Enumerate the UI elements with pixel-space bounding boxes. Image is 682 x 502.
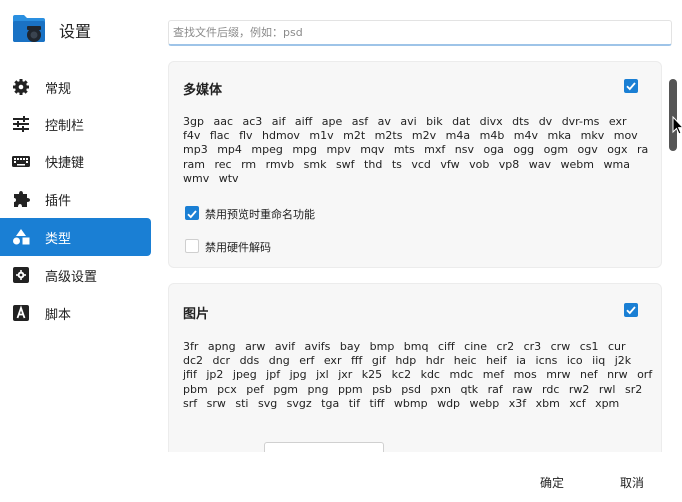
sidebar-item-label: 常规 — [45, 82, 72, 97]
images-section: 图片 3fr apng arw avif avifs bay bmp bmq c… — [168, 283, 662, 452]
extension-list: 3fr apng arw avif avifs bay bmp bmq ciff… — [183, 340, 653, 410]
advanced-settings-icon — [11, 266, 31, 284]
checkmark-icon — [626, 306, 636, 315]
partially-visible-dropdown[interactable] — [264, 442, 384, 452]
sidebar-item-label: 高级设置 — [45, 270, 98, 285]
sidebar: 设置 常规 控制栏 快捷键 插件 类型 高级设置 脚本 — [0, 0, 160, 502]
option-label: 禁用预览时重命名功能 — [205, 208, 315, 221]
sidebar-item-plugins[interactable]: 插件 — [0, 180, 151, 218]
section-title: 图片 — [183, 307, 210, 322]
checkbox[interactable] — [185, 239, 199, 253]
sidebar-item-types[interactable]: 类型 — [0, 218, 151, 256]
file-types-list[interactable]: 多媒体 3gp aac ac3 aif aiff ape asf av avi … — [160, 52, 666, 452]
multimedia-section: 多媒体 3gp aac ac3 aif aiff ape asf av avi … — [168, 61, 662, 268]
sidebar-item-general[interactable]: 常规 — [0, 68, 151, 106]
section-enable-checkbox[interactable] — [624, 79, 638, 93]
section-enable-checkbox[interactable] — [624, 303, 638, 317]
sidebar-item-label: 脚本 — [45, 308, 72, 323]
sidebar-item-advanced[interactable]: 高级设置 — [0, 256, 151, 294]
app-header: 设置 — [0, 0, 160, 60]
checkbox[interactable] — [185, 206, 199, 220]
keyboard-icon — [11, 152, 31, 170]
section-title: 多媒体 — [183, 83, 223, 98]
puzzle-icon — [11, 190, 31, 208]
sidebar-item-label: 快捷键 — [45, 156, 85, 171]
script-icon — [11, 304, 31, 322]
sidebar-item-control-bar[interactable]: 控制栏 — [0, 105, 151, 143]
sidebar-item-label: 控制栏 — [45, 119, 85, 134]
sidebar-item-shortcuts[interactable]: 快捷键 — [0, 142, 151, 180]
sidebar-item-label: 类型 — [45, 232, 72, 247]
mouse-cursor-icon — [672, 115, 682, 140]
confirm-button[interactable]: 确定 — [540, 474, 564, 491]
checkmark-icon — [626, 82, 636, 91]
sidebar-item-scripts[interactable]: 脚本 — [0, 294, 151, 332]
scrollbar-thumb[interactable] — [669, 79, 677, 151]
cancel-button[interactable]: 取消 — [620, 474, 644, 491]
folder-camera-icon — [12, 13, 46, 43]
search-input[interactable] — [168, 20, 672, 46]
checkmark-icon — [187, 210, 197, 219]
sliders-icon — [11, 115, 31, 133]
sidebar-item-label: 插件 — [45, 194, 72, 209]
option-label: 禁用硬件解码 — [205, 241, 271, 254]
extension-list: 3gp aac ac3 aif aiff ape asf av avi bik … — [183, 115, 649, 185]
shapes-icon — [11, 228, 31, 246]
gear-icon — [11, 78, 31, 96]
app-title: 设置 — [59, 22, 92, 41]
